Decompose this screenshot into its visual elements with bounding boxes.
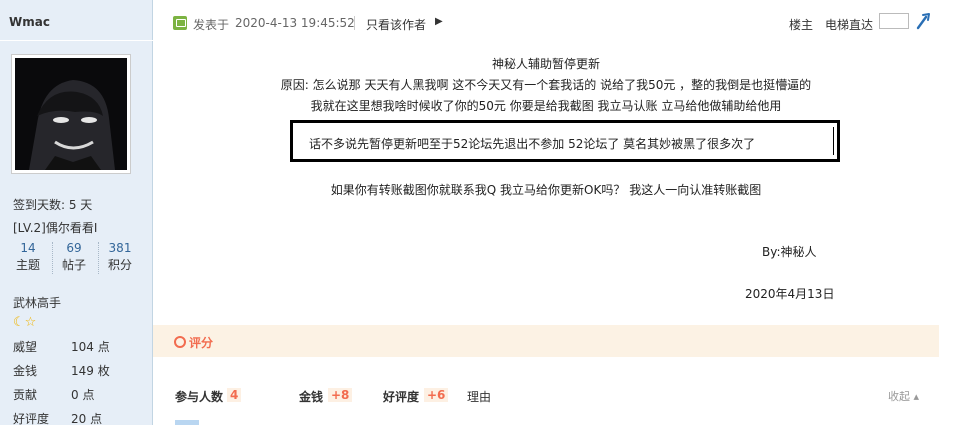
avatar[interactable] <box>11 54 131 174</box>
right-margin <box>939 0 963 425</box>
rank-icons: ☾☆ <box>13 315 36 330</box>
user-level[interactable]: [LV.2]偶尔看看I <box>13 219 97 236</box>
money-label: 金钱 <box>299 390 324 404</box>
avatar-image <box>15 58 127 170</box>
triangle-right-icon: ▶ <box>435 16 443 27</box>
posted-time: 2020-4-13 19:45:52 <box>235 16 355 30</box>
user-sidebar: Wmac 签到天数: 5 天 [LV.2]偶尔看看I 14 主题 69 帖子 3… <box>0 0 153 426</box>
floor-jump-input[interactable] <box>879 13 909 29</box>
rating-table: 参与人数 4 金钱 +8 好评度 +6 理由 收起 ▴ <box>153 388 939 408</box>
post-title: 神秘人辅助暂停更新 <box>491 57 600 71</box>
post-line: 我就在这里想我啥时候收了你的50元 你要是给我截图 我立马认账 立马给他做辅助给… <box>310 99 782 113</box>
post-signature: By:神秘人 <box>762 245 817 259</box>
stat-posts-count: 69 <box>66 241 82 255</box>
rating-bar: 评分 <box>153 325 939 357</box>
circle-icon <box>174 336 186 348</box>
rater-avatar[interactable] <box>175 420 199 425</box>
stat-threads-label: 主题 <box>15 258 40 272</box>
post-date: 2020年4月13日 <box>745 287 835 301</box>
attr-value: 20 点 <box>71 412 103 426</box>
go-arrow-icon[interactable] <box>915 12 931 30</box>
stat-posts-label: 帖子 <box>61 258 86 272</box>
highlight-box: 话不多说先暂停更新吧至于52论坛先退出不参加 52论坛了 莫名其妙被黑了很多次了 <box>290 120 840 162</box>
stat-points[interactable]: 381 积分 <box>98 240 142 276</box>
stat-threads-count: 14 <box>20 241 36 255</box>
collapse-link[interactable]: 收起 ▴ <box>888 388 919 404</box>
sidebar-divider <box>0 40 153 41</box>
floor-label: 楼主 <box>789 18 814 32</box>
header-divider <box>354 16 355 30</box>
online-status-icon <box>173 16 187 30</box>
posted-label: 发表于 <box>193 18 230 32</box>
participants-value: 4 <box>227 388 242 402</box>
stat-points-count: 381 <box>108 241 132 255</box>
rating-title: 评分 <box>189 336 214 350</box>
attr-key: 好评度 <box>13 412 50 426</box>
star-icon: ☆ <box>24 315 37 330</box>
post-line: 如果你有转账截图你就联系我Q 我立马给你更新OK吗？ 我这人一向认准转账截图 <box>330 183 762 197</box>
collapse-label: 收起 <box>888 390 910 403</box>
highlight-text: 话不多说先暂停更新吧至于52论坛先退出不参加 52论坛了 莫名其妙被黑了很多次了 <box>309 137 756 151</box>
attr-key: 金钱 <box>13 364 38 378</box>
username-link[interactable]: Wmac <box>9 15 50 29</box>
goodrate-label: 好评度 <box>383 390 420 404</box>
only-author-link[interactable]: 只看该作者 <box>366 16 426 33</box>
attr-value: 149 枚 <box>71 364 110 378</box>
stat-points-label: 积分 <box>107 258 132 272</box>
attr-value: 0 点 <box>71 388 95 402</box>
stat-posts[interactable]: 69 帖子 <box>52 240 96 276</box>
participants-label: 参与人数 <box>175 390 224 404</box>
user-rank: 武林高手 <box>13 296 62 310</box>
attr-value: 104 点 <box>71 340 110 354</box>
stat-threads[interactable]: 14 主题 <box>6 240 50 276</box>
checkin-days: 签到天数: 5 天 <box>13 198 93 212</box>
post-line: 原因: 怎么说那 天天有人黑我啊 这不今天又有一个套我话的 说给了我50元 ，整… <box>280 78 812 92</box>
goodrate-value: +6 <box>424 388 449 402</box>
moon-icon: ☾ <box>13 315 25 330</box>
attr-key: 威望 <box>13 340 38 354</box>
user-stats: 14 主题 69 帖子 381 积分 <box>6 240 146 276</box>
reason-label: 理由 <box>467 390 492 404</box>
post-header: 发表于 2020-4-13 19:45:52 只看该作者 ▶ 楼主 电梯直达 <box>153 0 939 46</box>
money-value: +8 <box>328 388 353 402</box>
attr-key: 贡献 <box>13 388 38 402</box>
elevator-label: 电梯直达 <box>825 18 874 32</box>
